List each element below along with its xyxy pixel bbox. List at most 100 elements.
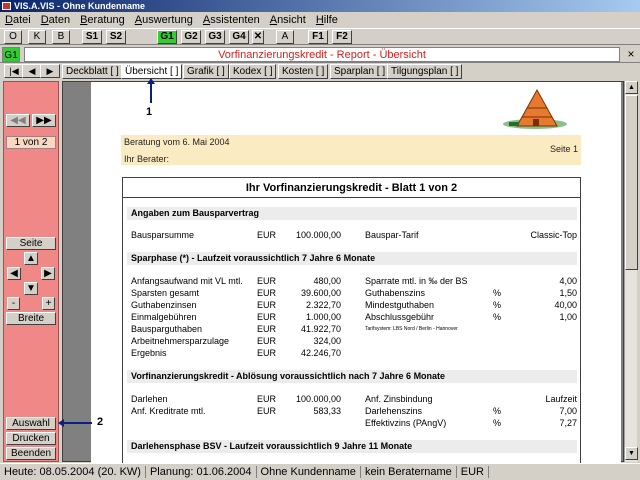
document-title: Vorfinanzierungskredit - Report - Übersi… [24,47,620,62]
page-last-button[interactable]: ▶▶ [32,114,56,127]
report-sheet: Ihr Vorfinanzierungskredit - Blatt 1 von… [122,177,581,463]
menu-auswertung[interactable]: Auswertung [130,14,198,26]
scroll-right-button[interactable]: ▶ [41,267,55,280]
section-bausparvertrag: Angaben zum Bausparvertrag [127,207,577,220]
beenden-button[interactable]: Beenden [6,447,56,460]
table-row: Sparsten gesamt EUR 39.600,00 Guthabenszins… [131,288,577,298]
status-advisor: kein Beratername [361,466,457,478]
toolbar-g4-button[interactable]: G4 [229,30,249,44]
table-row: Guthabenzinsen EUR 2.322,70 Mindestguthaben… [131,300,577,310]
header-page-number: Seite 1 [549,144,578,154]
toolbar-x-button[interactable]: ✕ [252,30,264,44]
title-bar: VIS.A.VIS - Ohne Kundenname [0,0,640,12]
toolbar-g1-button[interactable]: G1 [157,30,177,44]
table-row: Darlehen EUR 100.000,00 Anf. Zinsbindung Lau… [131,394,577,404]
toolbar-s1-button[interactable]: S1 [82,30,102,44]
arrow-left-icon: ◀ [10,268,18,279]
seite-button[interactable]: Seite [6,237,56,250]
section-vorfinanzierung: Vorfinanzierungskredit - Ablösung voraus… [127,370,577,383]
zoom-out-button[interactable]: - [7,297,20,310]
status-bar: Heute: 08.05.2004 (20. KW) Planung: 01.0… [0,463,640,480]
arrow-down-icon: ▼ [26,283,36,294]
menu-bar: Datei Daten Beratung Auswertung Assisten… [0,12,640,28]
arrow-right-icon: ▶ [44,268,52,279]
tab-bar: |◀ ◀ ▶ Deckblatt [ ] Übersicht [ ] Grafi… [0,63,640,80]
window-title: VIS.A.VIS - Ohne Kundenname [14,1,146,11]
status-currency: EUR [457,466,489,478]
arrow-left-icon: ◀ [28,66,36,76]
zoom-in-button[interactable]: + [42,297,55,310]
close-icon[interactable]: × [624,47,638,62]
toolbar-k-button[interactable]: K [28,30,46,44]
status-customer: Ohne Kundenname [257,466,361,478]
document-bar: G1 Vorfinanzierungskredit - Report - Übe… [0,46,640,63]
app-icon [2,2,11,10]
sidebar: ◀◀ ▶▶ 1 von 2 Seite ▲ ◀ ▶ ▼ - + Breite A… [3,81,59,462]
skip-left-icon: |◀ [9,66,19,76]
tab-kodex[interactable]: Kodex [ ] [229,64,277,79]
arrow-up-icon: ▲ [26,253,36,264]
menu-ansicht[interactable]: Ansicht [265,14,311,26]
menu-beratung[interactable]: Beratung [75,14,130,26]
scroll-down-arrow-icon[interactable]: ▼ [625,447,638,460]
skip-forward-icon: ▶▶ [36,115,52,126]
skip-back-icon: ◀◀ [10,115,26,126]
status-today: Heute: 08.05.2004 (20. KW) [0,466,146,478]
annotation-label-2: 2 [97,416,104,428]
table-row: Anfangsaufwand mit VL mtl. EUR 480,00 Sparr… [131,276,577,286]
g1-badge: G1 [2,47,20,62]
tarif-note: Tarifsystem: LBS Nord / Berlin - Hannove… [365,326,458,332]
table-row: Einmalgebühren EUR 1.000,00 Abschlussgebühr… [131,312,577,322]
menu-daten[interactable]: Daten [36,14,75,26]
tab-grafik[interactable]: Grafik [ ] [183,64,229,79]
toolbar-a-button[interactable]: A [276,30,294,44]
app-window: VIS.A.VIS - Ohne Kundenname Datei Daten … [0,0,640,480]
report-page: Beratung vom 6. Mai 2004 Seite 1 Ihr Ber… [91,82,621,463]
tab-next-button[interactable]: ▶ [40,64,60,78]
table-row: Effektivzins (PAngV)% 7,27 [365,418,577,428]
menu-assistenten[interactable]: Assistenten [198,14,265,26]
table-row: Bausparsumme EUR 100.000,00 Bauspar-Tari… [131,230,577,240]
tab-tilgungsplan[interactable]: Tilgungsplan [ ] [387,64,463,79]
page-indicator: 1 von 2 [6,136,56,149]
section-sparphase: Sparphase (*) - Laufzeit voraussichtlich… [127,252,577,265]
tab-first-button[interactable]: |◀ [4,64,24,78]
tab-kosten[interactable]: Kosten [ ] [278,64,329,79]
toolbar-f2-button[interactable]: F2 [332,30,352,44]
annotation-label-1: 1 [146,106,153,118]
toolbar-s2-button[interactable]: S2 [106,30,126,44]
toolbar-f1-button[interactable]: F1 [308,30,328,44]
consultation-header: Beratung vom 6. Mai 2004 Seite 1 Ihr Ber… [121,135,581,165]
scroll-left-button[interactable]: ◀ [7,267,21,280]
table-row: Anf. Kreditrate mtl. EUR 583,33 Darlehenszi… [131,406,577,416]
report-viewport: Beratung vom 6. Mai 2004 Seite 1 Ihr Ber… [62,81,624,463]
tab-sparplan[interactable]: Sparplan [ ] [330,64,390,79]
drucken-button[interactable]: Drucken [6,432,56,445]
breite-button[interactable]: Breite [6,312,56,325]
tab-prev-button[interactable]: ◀ [22,64,42,78]
scroll-thumb[interactable] [625,95,638,270]
toolbar-g3-button[interactable]: G3 [205,30,225,44]
status-planning: Planung: 01.06.2004 [146,466,257,478]
toolbar: O K B S1 S2 G1 G2 G3 G4 ✕ A F1 F2 [0,28,640,45]
table-row: Arbeitnehmersparzulage EUR 324,00 [131,336,341,346]
menu-datei[interactable]: Datei [0,14,36,26]
page-first-button[interactable]: ◀◀ [6,114,30,127]
tab-uebersicht[interactable]: Übersicht [ ] [121,64,183,79]
toolbar-o-button[interactable]: O [4,30,22,44]
arrow-right-icon: ▶ [46,66,54,76]
table-row: Bausparguthaben EUR 41.922,70 Tarifsystem:… [131,324,458,334]
report-title: Ihr Vorfinanzierungskredit - Blatt 1 von… [123,178,580,198]
tab-deckblatt[interactable]: Deckblatt [ ] [62,64,123,79]
toolbar-g2-button[interactable]: G2 [181,30,201,44]
scroll-up-arrow-icon[interactable]: ▲ [625,81,638,94]
vertical-scrollbar[interactable]: ▲ ▼ [624,81,638,462]
auswahl-button[interactable]: Auswahl [6,417,56,430]
scroll-up-button[interactable]: ▲ [24,252,38,265]
toolbar-b-button[interactable]: B [52,30,70,44]
section-darlehensphase: Darlehensphase BSV - Laufzeit voraussich… [127,440,577,453]
house-logo-icon [503,88,567,129]
scroll-down-button[interactable]: ▼ [24,282,38,295]
table-row: Ergebnis EUR 42.246,70 [131,348,341,358]
menu-hilfe[interactable]: Hilfe [311,14,343,26]
